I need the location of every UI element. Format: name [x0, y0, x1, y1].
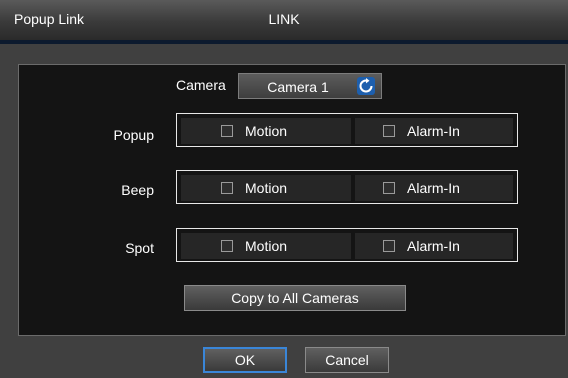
beep-alarm-in-label: Alarm-In — [407, 180, 460, 196]
popup-row-label: Popup — [113, 127, 154, 143]
beep-row-label: Beep — [121, 182, 154, 198]
spot-motion-option[interactable]: Motion — [181, 233, 351, 259]
spot-motion-label: Motion — [245, 238, 288, 254]
spot-alarm-in-option[interactable]: Alarm-In — [355, 233, 513, 259]
beep-options: Motion Alarm-In — [176, 170, 518, 204]
beep-alarm-in-option[interactable]: Alarm-In — [355, 175, 513, 201]
refresh-icon[interactable] — [357, 77, 375, 95]
beep-alarm-in-checkbox[interactable] — [383, 182, 395, 194]
beep-motion-label: Motion — [245, 180, 288, 196]
spot-options: Motion Alarm-In — [176, 228, 518, 262]
tab-link[interactable]: LINK — [0, 11, 568, 27]
popup-options: Motion Alarm-In — [176, 113, 518, 147]
title-bar: Popup Link LINK — [0, 0, 568, 44]
camera-label: Camera — [176, 77, 226, 93]
spot-row-label: Spot — [125, 240, 154, 256]
popup-alarm-in-label: Alarm-In — [407, 123, 460, 139]
copy-to-all-cameras-button[interactable]: Copy to All Cameras — [184, 285, 406, 311]
beep-motion-checkbox[interactable] — [221, 182, 233, 194]
camera-select[interactable]: Camera 1 — [238, 73, 382, 99]
spot-alarm-in-label: Alarm-In — [407, 238, 460, 254]
spot-motion-checkbox[interactable] — [221, 240, 233, 252]
spot-alarm-in-checkbox[interactable] — [383, 240, 395, 252]
popup-alarm-in-option[interactable]: Alarm-In — [355, 118, 513, 144]
popup-motion-checkbox[interactable] — [221, 125, 233, 137]
beep-motion-option[interactable]: Motion — [181, 175, 351, 201]
camera-select-value: Camera 1 — [267, 79, 329, 95]
popup-motion-label: Motion — [245, 123, 288, 139]
ok-button[interactable]: OK — [203, 347, 287, 373]
popup-alarm-in-checkbox[interactable] — [383, 125, 395, 137]
cancel-button[interactable]: Cancel — [305, 347, 389, 373]
popup-motion-option[interactable]: Motion — [181, 118, 351, 144]
